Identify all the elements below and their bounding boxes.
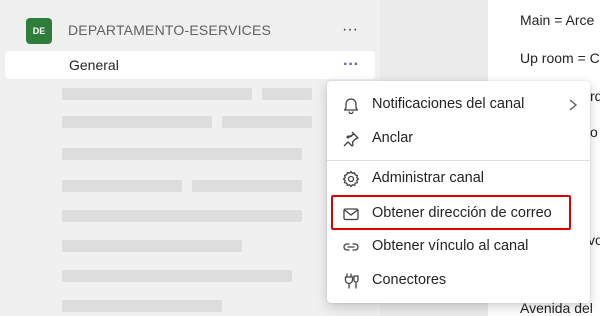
- menu-item-pin[interactable]: Anclar: [327, 123, 590, 155]
- chat-line: Main = Arce: [520, 12, 595, 28]
- obscured-item: [192, 180, 302, 192]
- menu-item-label: Obtener dirección de correo: [372, 205, 552, 221]
- obscured-item: [62, 180, 182, 192]
- chat-line: Up room = C: [520, 50, 600, 66]
- menu-item-label: Conectores: [372, 272, 447, 288]
- channel-name: General: [69, 57, 119, 73]
- chevron-right-icon: [567, 95, 579, 115]
- obscured-item: [62, 116, 212, 128]
- team-more-options-button[interactable]: ···: [340, 16, 360, 44]
- obscured-item: [262, 88, 312, 100]
- connector-icon: [341, 271, 361, 291]
- obscured-item: [62, 300, 222, 312]
- menu-item-label: Notificaciones del canal: [372, 96, 525, 112]
- bell-icon: [341, 95, 361, 115]
- mail-icon: [341, 204, 361, 224]
- team-avatar: DE: [26, 18, 52, 44]
- obscured-item: [62, 240, 242, 252]
- obscured-item: [62, 270, 292, 282]
- pin-icon: [341, 129, 361, 149]
- menu-item-get-email-address[interactable]: Obtener dirección de correo: [327, 198, 590, 230]
- menu-item-label: Administrar canal: [372, 170, 485, 186]
- team-row[interactable]: DE DEPARTAMENTO-ESERVICES ···: [0, 14, 380, 48]
- obscured-item: [62, 148, 302, 160]
- menu-item-manage-channel[interactable]: Administrar canal: [327, 163, 590, 195]
- link-icon: [341, 237, 361, 257]
- channel-item-general[interactable]: General ···: [5, 51, 375, 79]
- menu-separator: [327, 160, 590, 161]
- channel-more-options-button[interactable]: ···: [341, 51, 361, 79]
- chat-line: rd: [590, 88, 600, 104]
- menu-item-get-channel-link[interactable]: Obtener vínculo al canal: [327, 231, 590, 263]
- obscured-item: [222, 116, 312, 128]
- menu-item-label: Anclar: [372, 130, 414, 146]
- chat-line: o: [590, 124, 598, 140]
- gear-icon: [341, 169, 361, 189]
- channel-context-menu: Notificaciones del canal Anclar Administ…: [327, 81, 590, 303]
- menu-item-connectors[interactable]: Conectores: [327, 265, 590, 297]
- menu-item-label: Obtener vínculo al canal: [372, 238, 529, 254]
- channel-sidebar: DE DEPARTAMENTO-ESERVICES ··· General ··…: [0, 0, 380, 316]
- menu-item-channel-notifications[interactable]: Notificaciones del canal: [327, 89, 590, 121]
- obscured-item: [62, 210, 302, 222]
- team-name: DEPARTAMENTO-ESERVICES: [68, 22, 272, 38]
- obscured-item: [62, 88, 252, 100]
